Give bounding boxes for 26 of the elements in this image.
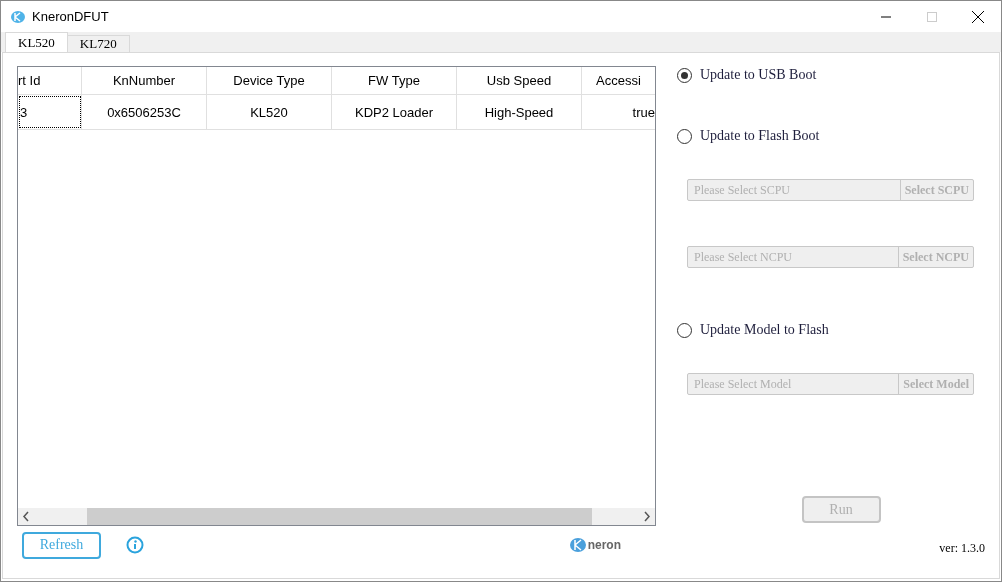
column-header[interactable]: rt Id <box>18 67 82 94</box>
radio-option[interactable]: Update to USB Boot <box>677 65 985 85</box>
column-header[interactable]: Device Type <box>207 67 332 94</box>
column-header[interactable]: Accessi <box>582 67 655 94</box>
logo-icon <box>568 537 587 553</box>
table-cell[interactable]: true <box>582 95 655 129</box>
version-label: ver: 1.3.0 <box>939 541 985 556</box>
app-icon <box>10 8 26 25</box>
table-cell[interactable]: KL520 <box>207 95 332 129</box>
radio-option[interactable]: Update to Flash Boot <box>677 126 985 146</box>
table-cell[interactable]: KDP2 Loader <box>332 95 457 129</box>
radio-option[interactable]: Update Model to Flash <box>677 320 985 340</box>
column-header[interactable]: KnNumber <box>82 67 207 94</box>
window-title: KneronDFUT <box>32 9 110 24</box>
scrollbar-thumb[interactable] <box>87 508 592 525</box>
table-cell[interactable]: 0x6506253C <box>82 95 207 129</box>
column-header[interactable]: FW Type <box>332 67 457 94</box>
close-icon[interactable] <box>972 10 984 23</box>
info-icon[interactable] <box>126 536 144 554</box>
tab[interactable]: KL520 <box>5 32 68 52</box>
table-cell[interactable]: 3 <box>18 95 82 129</box>
tab[interactable]: KL720 <box>66 35 130 52</box>
horizontal-scrollbar[interactable] <box>18 508 655 525</box>
logo-text: neron <box>587 538 621 552</box>
column-header[interactable]: Usb Speed <box>457 67 582 94</box>
table-cell[interactable]: High-Speed <box>457 95 582 129</box>
